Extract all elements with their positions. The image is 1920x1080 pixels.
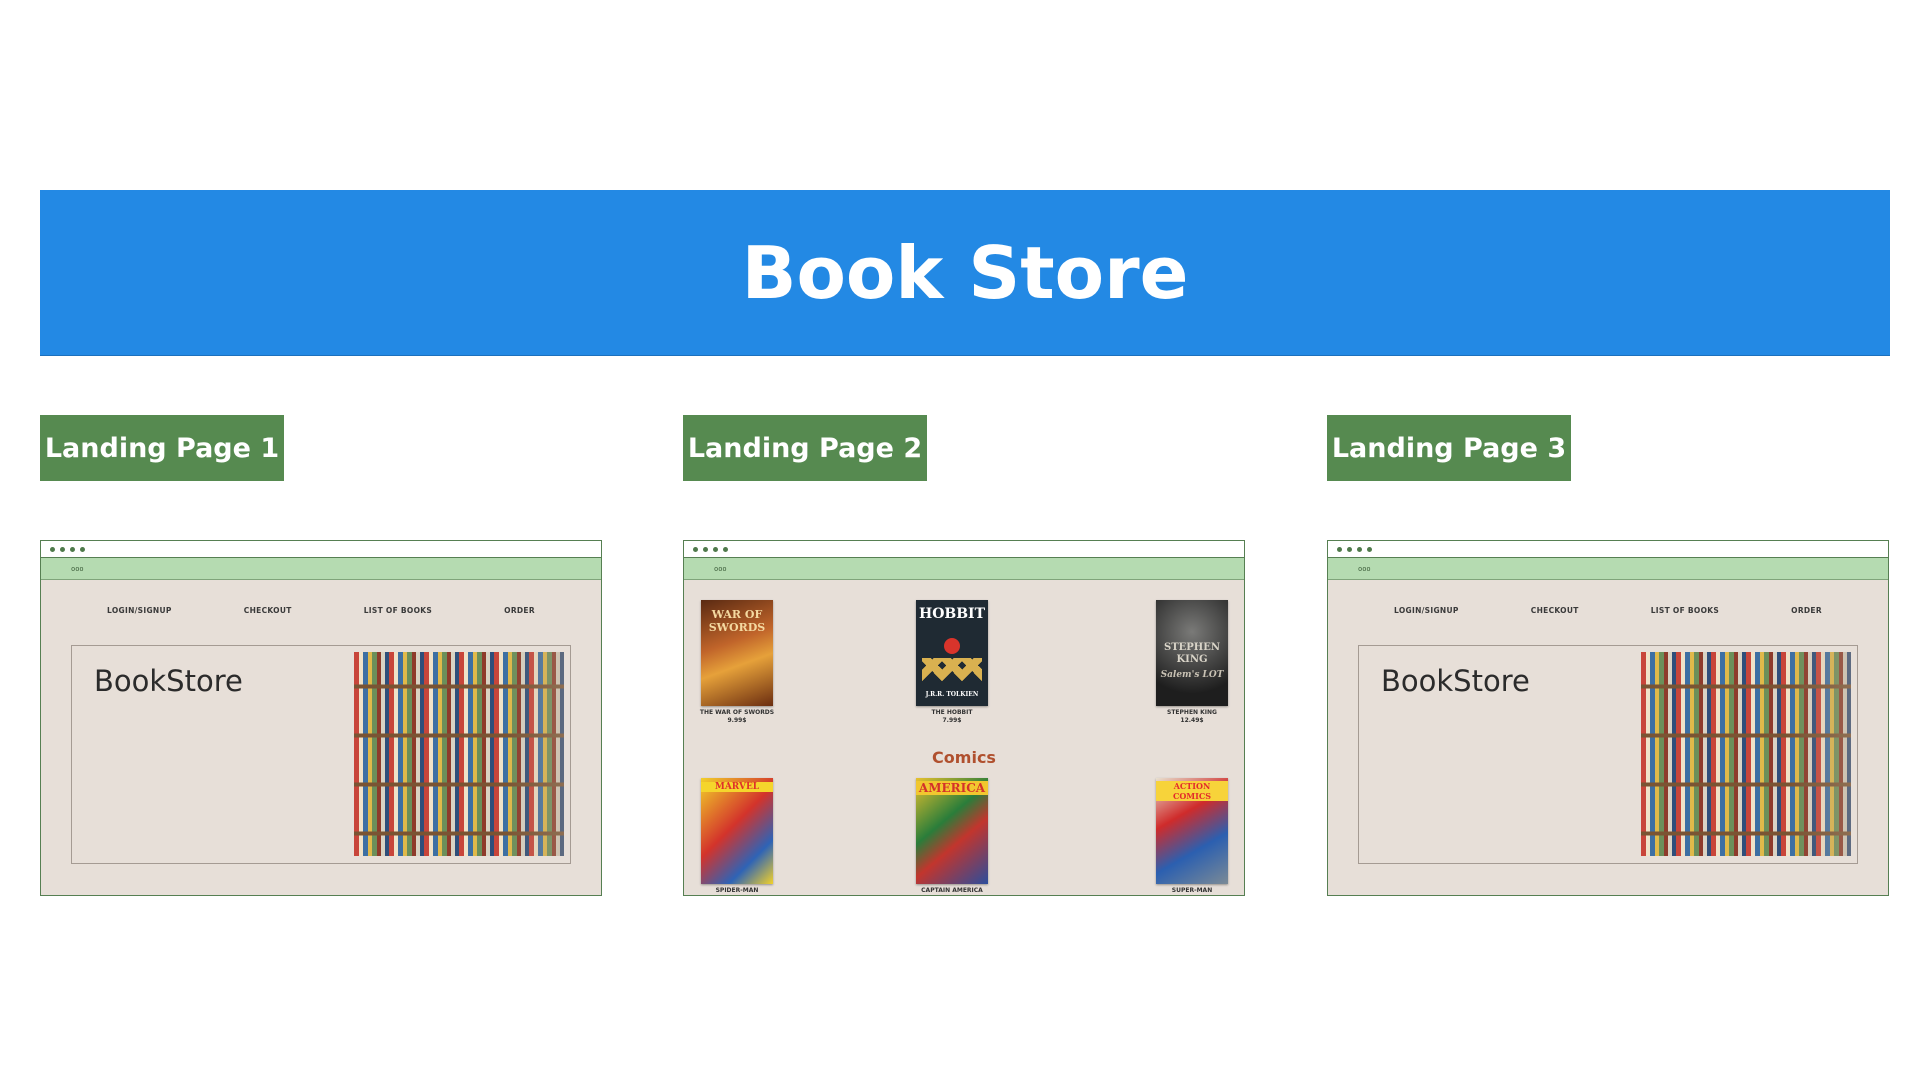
cover-subtitle: Salem's LOT	[1160, 670, 1224, 680]
window-dot-icon	[693, 546, 698, 552]
cover-title: WAR OF SWORDS	[708, 608, 766, 634]
book-cover-hobbit[interactable]: HOBBIT J.R.R. TOLKIEN	[916, 600, 988, 706]
nav-order[interactable]: ORDER	[1791, 606, 1822, 615]
landing-page-3-label: Landing Page 3	[1327, 415, 1571, 481]
window-dot-icon	[1367, 546, 1372, 552]
hero-section: BookStore	[71, 645, 571, 864]
window-dot-icon	[70, 546, 75, 552]
cover-title: HOBBIT	[918, 606, 986, 622]
nav-login-signup[interactable]: LOGIN/SIGNUP	[107, 606, 172, 615]
page-title: Book Store	[741, 230, 1189, 315]
address-text: ooo	[714, 564, 727, 573]
browser-titlebar	[1328, 541, 1888, 558]
window-dot-icon	[1347, 546, 1352, 552]
book-caption: STEPHEN KING 12.49$	[1132, 709, 1244, 725]
browser-titlebar	[684, 541, 1244, 558]
book-catalog: WAR OF SWORDS THE WAR OF SWORDS 9.99$ HO…	[684, 580, 1244, 895]
book-price: 7.99$	[942, 717, 962, 724]
book-price: 9.99$	[727, 717, 747, 724]
address-text: ooo	[71, 564, 84, 573]
title-banner: Book Store	[40, 190, 1890, 356]
book-title: THE HOBBIT	[931, 709, 973, 716]
comics-heading: Comics	[932, 748, 996, 767]
cover-author: J.R.R. TOLKIEN	[925, 691, 979, 698]
nav-order[interactable]: ORDER	[504, 606, 535, 615]
book-title: STEPHEN KING	[1167, 709, 1217, 716]
book-caption: THE WAR OF SWORDS 9.99$	[684, 709, 797, 725]
nav-list-of-books[interactable]: LIST OF BOOKS	[364, 606, 432, 615]
landing-page-2-label: Landing Page 2	[683, 415, 927, 481]
nav-list-of-books[interactable]: LIST OF BOOKS	[1651, 606, 1719, 615]
address-text: ooo	[1358, 564, 1371, 573]
browser-address-bar[interactable]: ooo	[41, 558, 601, 580]
window-dot-icon	[1357, 546, 1362, 552]
landing-page-2-mockup: ooo WAR OF SWORDS THE WAR OF SWORDS 9.99…	[683, 540, 1245, 896]
brand-title: BookStore	[94, 664, 243, 698]
nav-login-signup[interactable]: LOGIN/SIGNUP	[1394, 606, 1459, 615]
landing-page-1-mockup: ooo LOGIN/SIGNUP CHECKOUT LIST OF BOOKS …	[40, 540, 602, 896]
browser-address-bar[interactable]: ooo	[684, 558, 1244, 580]
book-price: 12.49$	[1180, 717, 1204, 724]
sun-icon	[944, 638, 960, 654]
landing-page-1-label: Landing Page 1	[40, 415, 284, 481]
book-cover-stephen-king[interactable]: STEPHEN KING Salem's LOT	[1156, 600, 1228, 706]
comic-cover-spider-man[interactable]: MARVEL	[701, 778, 773, 884]
nav-bar: LOGIN/SIGNUP CHECKOUT LIST OF BOOKS ORDE…	[1328, 606, 1888, 615]
window-dot-icon	[50, 546, 55, 552]
cover-title: MARVEL	[701, 782, 773, 792]
book-cover-war-of-swords[interactable]: WAR OF SWORDS	[701, 600, 773, 706]
cover-title: AMERICA	[916, 781, 988, 795]
comic-title: CAPTAIN AMERICA	[921, 887, 983, 894]
nav-checkout[interactable]: CHECKOUT	[1531, 606, 1579, 615]
bookshelf-image	[1641, 652, 1851, 856]
cover-title: ACTION COMICS	[1156, 781, 1228, 801]
window-dot-icon	[723, 546, 728, 552]
hero-section: BookStore	[1358, 645, 1858, 864]
book-caption: THE HOBBIT 7.99$	[892, 709, 1012, 725]
brand-title: BookStore	[1381, 664, 1530, 698]
mountains-icon	[922, 658, 982, 684]
nav-checkout[interactable]: CHECKOUT	[244, 606, 292, 615]
window-dot-icon	[713, 546, 718, 552]
nav-bar: LOGIN/SIGNUP CHECKOUT LIST OF BOOKS ORDE…	[41, 606, 601, 615]
window-dot-icon	[80, 546, 85, 552]
landing-page-3-mockup: ooo LOGIN/SIGNUP CHECKOUT LIST OF BOOKS …	[1327, 540, 1889, 896]
comic-title: SUPER-MAN	[1171, 887, 1213, 894]
book-title: THE WAR OF SWORDS	[699, 709, 775, 716]
comic-cover-captain-america[interactable]: AMERICA	[916, 778, 988, 884]
comic-cover-super-man[interactable]: ACTION COMICS	[1156, 778, 1228, 884]
window-dot-icon	[60, 546, 65, 552]
window-dot-icon	[1337, 546, 1342, 552]
window-dot-icon	[703, 546, 708, 552]
cover-title: STEPHEN KING	[1163, 642, 1220, 665]
browser-address-bar[interactable]: ooo	[1328, 558, 1888, 580]
browser-titlebar	[41, 541, 601, 558]
bookshelf-image	[354, 652, 564, 856]
comic-title: SPIDER-MAN	[715, 887, 759, 894]
